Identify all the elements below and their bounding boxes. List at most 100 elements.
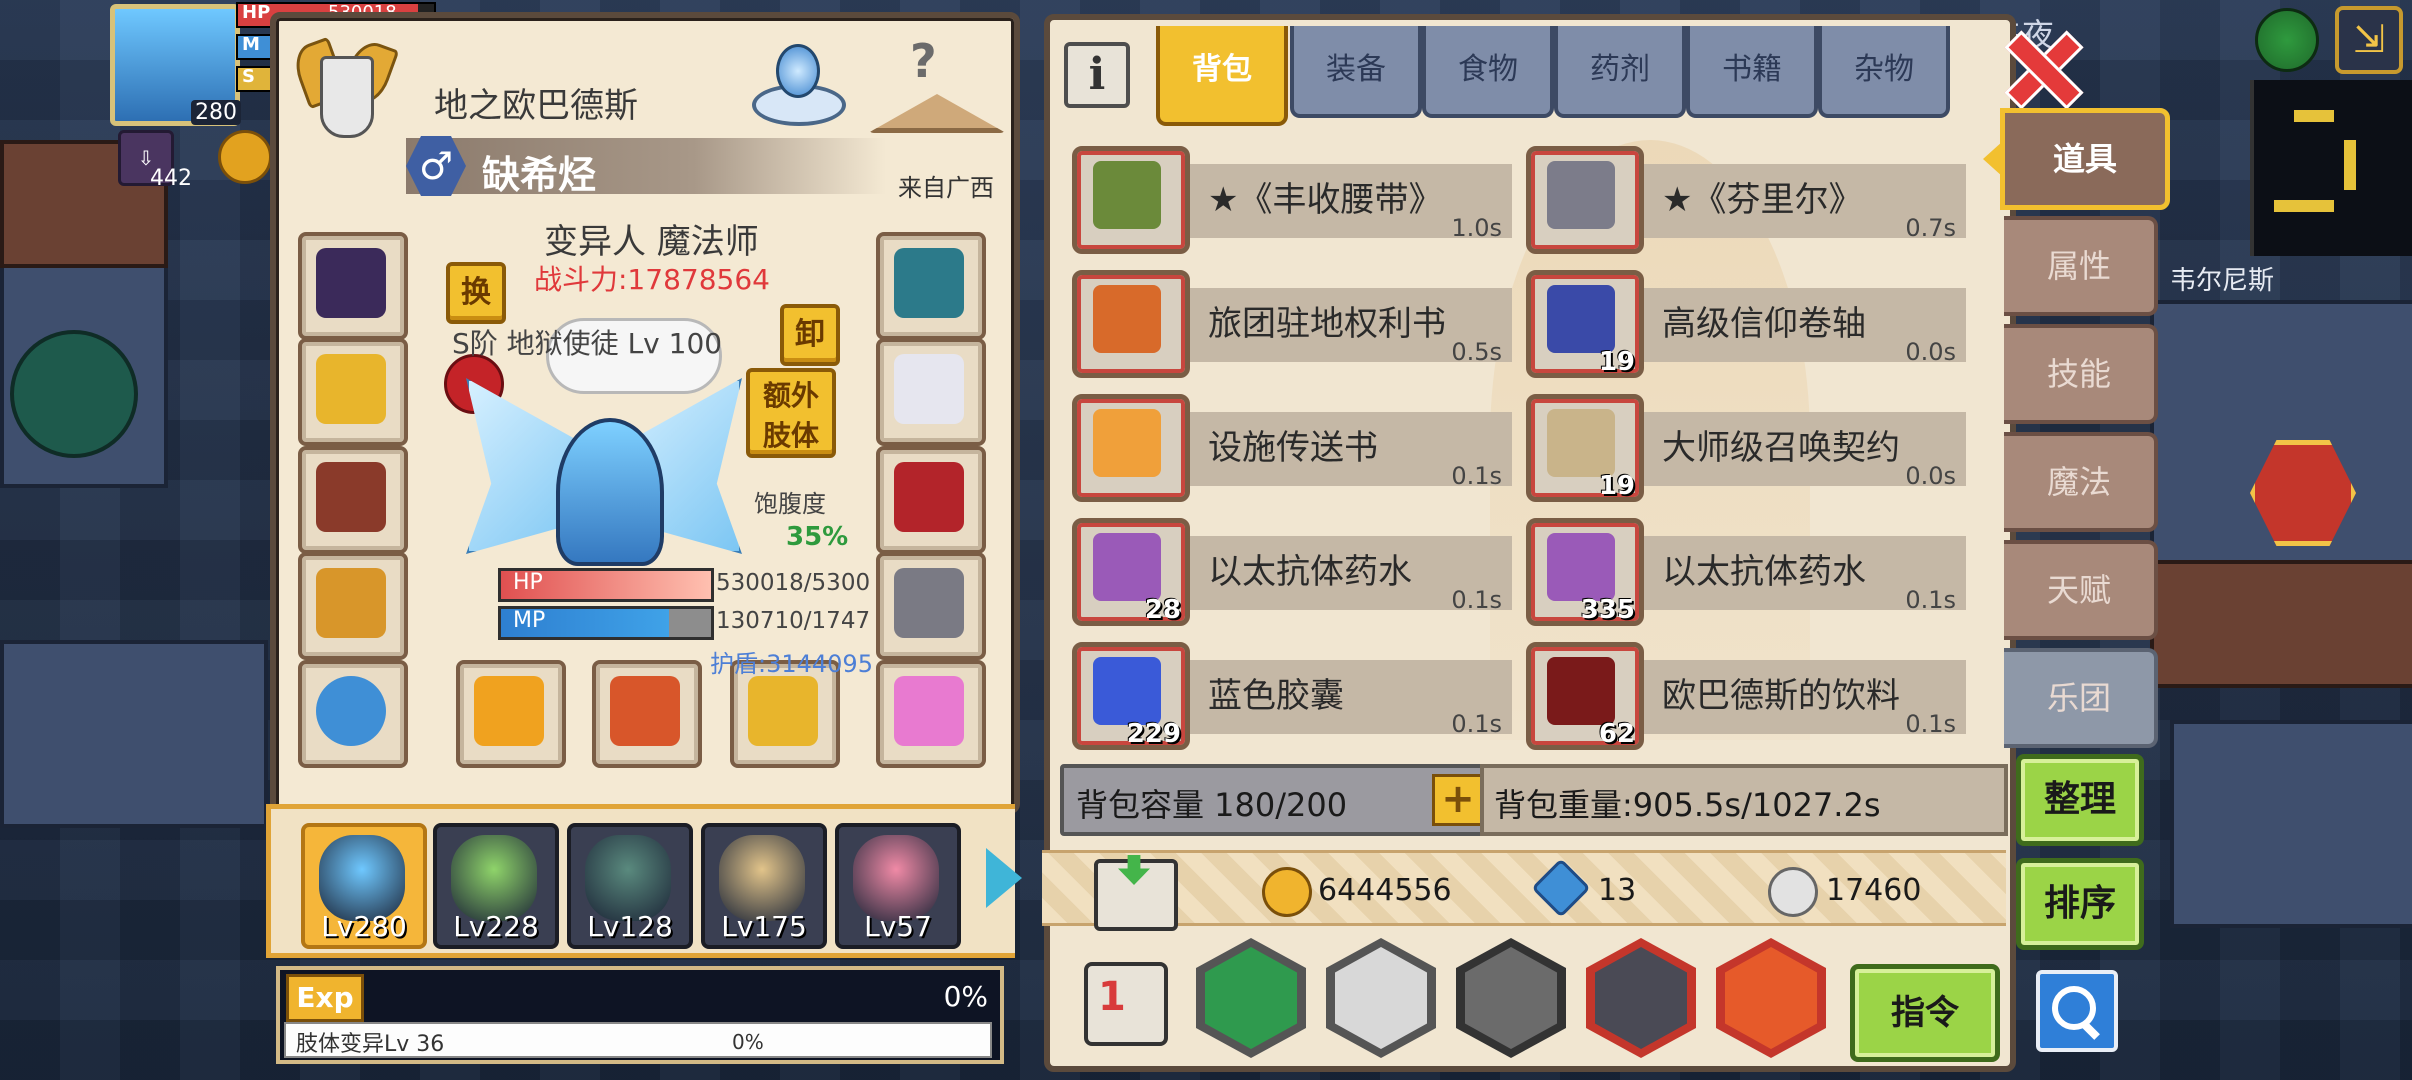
party-member[interactable]: Lv57	[835, 823, 961, 949]
diamond-icon	[1531, 858, 1591, 918]
inventory-item[interactable]: 62 欧巴德斯的饮料 0.1s	[1526, 632, 1966, 750]
town-name: 韦尔尼斯	[2170, 266, 2275, 296]
item-icon: 28	[1072, 518, 1190, 626]
character-rank: S阶 地狱使徒 Lv 100	[452, 327, 723, 360]
minimap[interactable]	[2250, 80, 2412, 256]
item-weight: 0.0s	[1905, 338, 1956, 366]
inventory-item[interactable]: ★《丰收腰带》 1.0s	[1072, 136, 1512, 254]
search-icon[interactable]	[2036, 970, 2118, 1052]
command-button[interactable]: 指令	[1850, 964, 2000, 1062]
equip-slot-armor[interactable]	[298, 446, 408, 554]
character-name: 缺希烃	[482, 153, 597, 197]
tree-skill-icon[interactable]	[1196, 938, 1306, 1058]
action-row: 1 指令	[1050, 934, 2010, 1062]
tab-food[interactable]: 食物	[1422, 26, 1554, 118]
item-count: 19	[1598, 347, 1635, 377]
organize-button[interactable]: 整理	[2016, 754, 2144, 846]
side-tab-attributes[interactable]: 属性	[2004, 216, 2158, 316]
item-weight: 0.0s	[1905, 462, 1956, 490]
inventory-item[interactable]: ★《芬里尔》 0.7s	[1526, 136, 1966, 254]
hourglass-icon[interactable]	[1326, 938, 1436, 1058]
exp-percent: 0%	[943, 980, 988, 1013]
item-name: 蓝色胶囊	[1208, 676, 1344, 716]
currency-bar: 6444556 13 17460	[1042, 850, 2006, 931]
item-weight: 1.0s	[1451, 214, 1502, 242]
equip-slot-spear[interactable]	[592, 660, 702, 768]
item-name: 高级信仰卷轴	[1662, 304, 1866, 344]
equip-slot-shoulder[interactable]	[876, 446, 986, 554]
hunger-value: 35%	[786, 522, 849, 552]
side-tab-magic[interactable]: 魔法	[2004, 432, 2158, 532]
equip-slot-staff[interactable]	[456, 660, 566, 768]
swap-button[interactable]: 换	[446, 262, 506, 324]
item-weight: 0.1s	[1451, 462, 1502, 490]
item-count: 28	[1144, 595, 1181, 625]
inventory-item[interactable]: 19 大师级召唤契约 0.0s	[1526, 384, 1966, 502]
tab-misc[interactable]: 杂物	[1818, 26, 1950, 118]
item-icon	[1072, 270, 1190, 378]
equip-slot-belt[interactable]	[298, 552, 408, 660]
item-count: 19	[1598, 471, 1635, 501]
number-sort-icon[interactable]: 1	[1084, 962, 1168, 1046]
guild-emblem-icon[interactable]	[288, 32, 400, 142]
equip-slot-charm[interactable]	[876, 660, 986, 768]
empty-skill-slot[interactable]	[1456, 938, 1566, 1058]
expand-capacity-button[interactable]: +	[1432, 774, 1484, 826]
tab-potion[interactable]: 药剂	[1554, 26, 1686, 118]
inventory-item[interactable]: 旅团驻地权利书 0.5s	[1072, 260, 1512, 378]
side-tab-items[interactable]: 道具	[1983, 108, 2170, 210]
equip-slot-amulet[interactable]	[876, 232, 986, 340]
character-shield-value: 护盾:3144095	[710, 650, 873, 678]
storage-box-icon[interactable]	[1094, 855, 1178, 931]
hunger-label: 饱腹度	[754, 490, 826, 518]
exit-icon[interactable]: ⇲	[2335, 6, 2403, 74]
tab-equipment[interactable]: 装备	[1290, 26, 1422, 118]
inventory-item[interactable]: 335 以太抗体药水 0.1s	[1526, 508, 1966, 626]
character-skill-icon[interactable]	[1586, 938, 1696, 1058]
outfit-hanger-icon[interactable]: ?	[864, 34, 1006, 140]
side-tab-talent[interactable]: 天赋	[2004, 540, 2158, 640]
coin-icon[interactable]	[218, 130, 272, 184]
tab-book[interactable]: 书籍	[1686, 26, 1818, 118]
character-mp-bar: MP	[498, 606, 714, 640]
party-member[interactable]: Lv228	[433, 823, 559, 949]
equip-slot-boots[interactable]	[876, 552, 986, 660]
item-icon: 335	[1526, 518, 1644, 626]
equip-slot-scythe[interactable]	[298, 232, 408, 340]
inventory-item[interactable]: 19 高级信仰卷轴 0.0s	[1526, 260, 1966, 378]
tab-backpack[interactable]: 背包	[1156, 26, 1288, 126]
item-icon: 19	[1526, 394, 1644, 502]
equip-slot-gauntlet[interactable]	[876, 338, 986, 446]
equip-slot-crown[interactable]	[298, 338, 408, 446]
portal-icon[interactable]	[746, 38, 846, 126]
player-portrait[interactable]: 280	[110, 4, 241, 126]
inventory-item[interactable]: 229 蓝色胶囊 0.1s	[1072, 632, 1512, 750]
mutation-label: 肢体变异Lv 36	[296, 1032, 445, 1057]
party-member[interactable]: Lv175	[701, 823, 827, 949]
close-icon[interactable]	[2004, 30, 2084, 110]
info-button[interactable]: i	[1064, 42, 1130, 108]
side-tab-skills[interactable]: 技能	[2004, 324, 2158, 424]
sort-button[interactable]: 排序	[2016, 858, 2144, 950]
item-count: 335	[1580, 595, 1635, 625]
inventory-item[interactable]: 设施传送书 0.1s	[1072, 384, 1512, 502]
party-member[interactable]: Lv280	[301, 823, 427, 949]
inventory-item[interactable]: 28 以太抗体药水 0.1s	[1072, 508, 1512, 626]
network-globe-icon[interactable]	[2255, 8, 2319, 72]
combat-power: 战斗力:17878564	[534, 263, 770, 296]
down-count: 442	[150, 166, 192, 191]
side-tab-troupe[interactable]: 乐团	[2004, 648, 2158, 748]
unequip-button[interactable]: 卸	[780, 304, 840, 366]
capacity-label: 背包容量 180/200	[1076, 786, 1348, 824]
item-name: 以太抗体药水	[1662, 552, 1866, 592]
facility-skill-icon[interactable]	[1716, 938, 1826, 1058]
equip-slot-ring[interactable]	[298, 660, 408, 768]
gem-amount: 13	[1598, 873, 1637, 908]
party-member[interactable]: Lv128	[567, 823, 693, 949]
exp-tag: Exp	[286, 974, 364, 1022]
party-next-arrow-icon[interactable]	[986, 848, 1022, 908]
inventory-panel: i 背包 装备 食物 药剂 书籍 杂物 ★《丰收腰带》 1.0s ★《芬里尔》 0.7…	[1042, 14, 2016, 1072]
extra-limb-button[interactable]: 额外肢体	[746, 368, 836, 458]
character-mp-value: 130710/1747	[716, 608, 871, 634]
character-class: 变异人 魔法师	[544, 222, 759, 262]
